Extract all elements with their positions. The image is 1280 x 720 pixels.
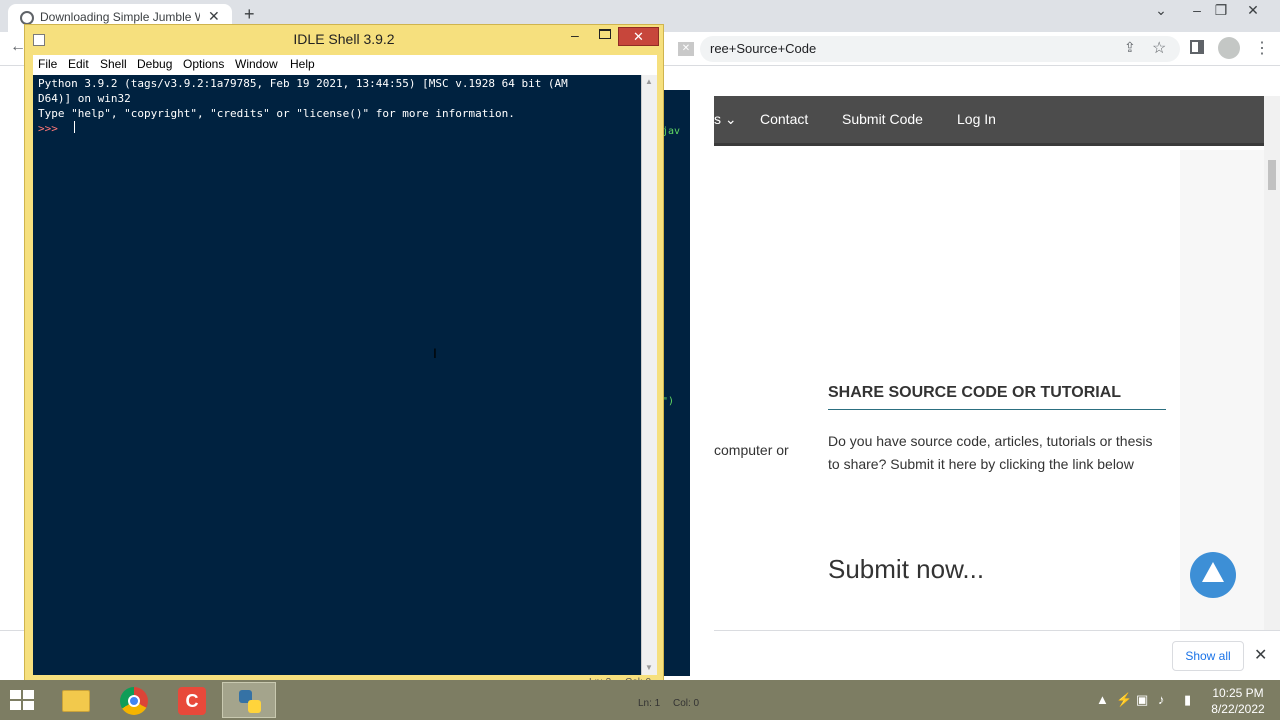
heading-underline [828,409,1166,410]
shell-output-line: Type "help", "copyright", "credits" or "… [38,107,515,120]
shell-scrollbar[interactable]: ▲ ▼ [641,75,657,675]
share-heading: SHARE SOURCE CODE OR TUTORIAL [828,384,1122,401]
nav-link-submit-code[interactable]: Submit Code [842,111,923,127]
camtasia-icon: C [178,687,206,715]
idle-shell-window: IDLE Shell 3.9.2 – ✕ File Edit Shell Deb… [24,24,664,688]
menu-edit[interactable]: Edit [68,57,89,71]
url-text: ree+Source+Code [710,41,817,56]
scroll-up-icon[interactable]: ▲ [645,77,653,86]
taskbar-camtasia[interactable]: C [164,682,218,718]
start-pane [23,701,34,710]
share-icon[interactable]: ⇪ [1124,39,1136,56]
close-button[interactable]: ✕ [618,27,659,46]
browser-restore-icon[interactable]: ❐ [1206,2,1236,19]
editor-code-snippet: jav [662,126,681,137]
submit-now-link[interactable]: Submit now... [828,554,984,585]
minimize-icon[interactable]: – [571,27,579,43]
tab-title: Downloading Simple Jumble Wo [40,10,200,24]
profile-avatar-icon[interactable] [1218,37,1240,59]
idle-menubar: File Edit Shell Debug Options Window Hel… [33,55,657,75]
editor-code-area[interactable]: jav ") [662,90,690,676]
shell-prompt: >>> [38,122,58,135]
taskbar-chrome[interactable] [106,682,160,718]
editor-close-icon[interactable]: ✕ [678,42,694,56]
idle-titlebar[interactable]: IDLE Shell 3.9.2 – ✕ [25,25,663,53]
tray-power-icon[interactable]: ⚡ [1116,692,1132,708]
start-pane [23,690,34,699]
chevron-down-icon[interactable]: ⌄ [1146,2,1176,19]
more-menu-icon[interactable]: ⋮ [1254,38,1270,58]
tab-favicon-icon [20,11,34,25]
start-pane [10,701,21,710]
menu-file[interactable]: File [38,57,57,71]
folder-icon [62,690,90,712]
nav-link-log-in[interactable]: Log In [957,111,996,127]
shell-output-line: Python 3.9.2 (tags/v3.9.2:1a79785, Feb 1… [38,77,568,90]
site-navigation: s ⌄ Contact Submit Code Log In [714,96,1264,146]
editor-window-behind[interactable]: ✕ jav ") [662,42,714,686]
show-all-button[interactable]: Show all [1172,641,1244,671]
tray-overflow-icon[interactable]: ▲ [1096,692,1109,707]
start-pane [10,690,21,699]
clock-time[interactable]: 10:25 PM [1206,686,1270,700]
nav-link-contact[interactable]: Contact [760,111,808,127]
menu-window[interactable]: Window [235,57,278,71]
clock-date[interactable]: 8/22/2022 [1206,702,1270,716]
tray-signal-icon[interactable]: ▮ [1184,692,1191,708]
page-scrollbar[interactable] [1264,96,1280,630]
tray-volume-icon[interactable]: ♪ [1158,692,1165,707]
triangle-up-icon [1202,562,1224,582]
taskbar: C Ln: 1 Col: 0 ▲ ⚡ ▣ ♪ ▮ 10:25 PM 8/22/2… [0,680,1280,720]
shell-output-line: D64)] on win32 [38,92,131,105]
page-scroll-thumb[interactable] [1268,160,1276,190]
menu-options[interactable]: Options [183,57,224,71]
window-title: IDLE Shell 3.9.2 [293,31,395,47]
page-content: computer or SHARE SOURCE CODE OR TUTORIA… [714,150,1264,630]
scroll-down-icon[interactable]: ▼ [645,663,653,672]
maximize-icon[interactable] [599,29,611,39]
shell-text-area[interactable]: Python 3.9.2 (tags/v3.9.2:1a79785, Feb 1… [33,75,641,675]
ibeam-cursor-icon: I [433,345,437,361]
windows-start-icon[interactable] [10,690,34,710]
python-icon-yellow [248,700,261,713]
menu-help[interactable]: Help [290,57,315,71]
new-tab-button[interactable]: + [244,4,255,25]
tab-close-icon[interactable]: ✕ [208,8,220,25]
editor-status-line-number: Ln: 1 [638,698,661,709]
editor-status-column-number: Col: 0 [673,698,700,709]
address-bar[interactable]: ree+Source+Code ⇪ ☆ [700,36,1180,62]
taskbar-python[interactable] [222,682,276,718]
partial-body-text: computer or [714,442,789,458]
shelf-close-icon[interactable]: ✕ [1254,645,1267,665]
menu-shell[interactable]: Shell [100,57,127,71]
share-description: Do you have source code, articles, tutor… [828,433,1153,472]
side-panel-icon[interactable] [1190,40,1204,54]
menu-debug[interactable]: Debug [137,57,172,71]
bookmark-star-icon[interactable]: ☆ [1152,38,1166,58]
scroll-to-top-button[interactable] [1190,552,1236,598]
nav-dropdown-partial[interactable]: s ⌄ [714,111,737,128]
browser-close-icon[interactable]: ✕ [1238,2,1268,19]
text-caret [74,121,75,133]
chrome-center-icon [128,695,140,707]
taskbar-file-explorer[interactable] [48,682,102,718]
tray-network-icon[interactable]: ▣ [1136,692,1148,708]
